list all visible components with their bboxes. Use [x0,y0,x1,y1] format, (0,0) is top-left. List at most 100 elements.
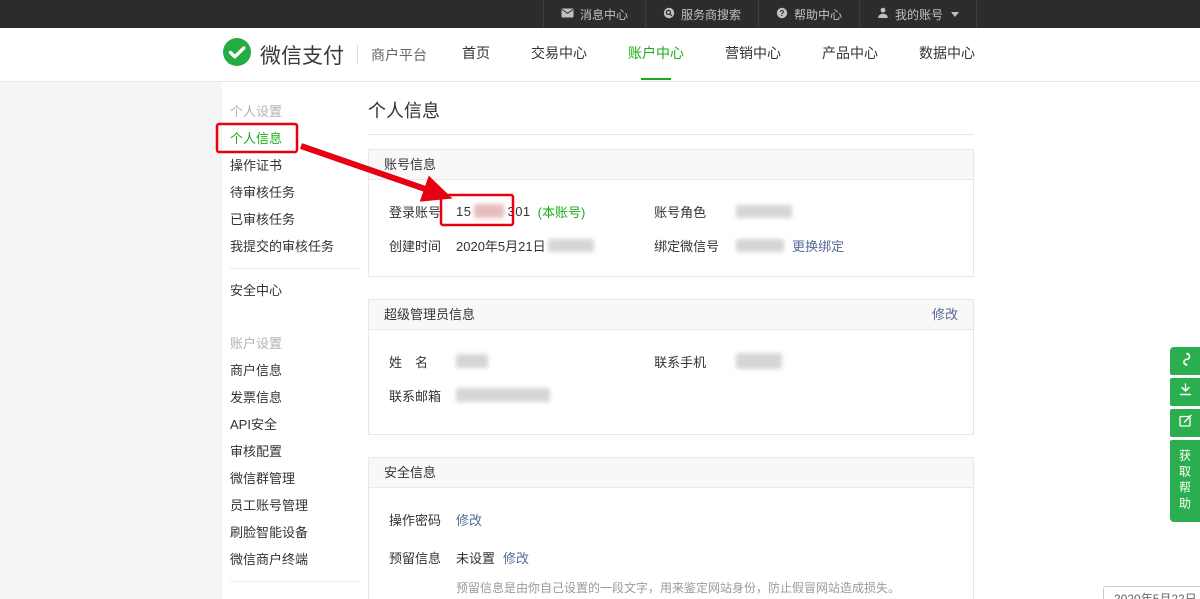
login-account-prefix: 15 [456,204,471,219]
current-account-tag: (本账号) [538,202,586,221]
get-help-button[interactable]: 获取帮助 [1170,440,1200,522]
sidebar-item-wechat-merchant-terminal[interactable]: 微信商户终端 [230,546,368,573]
message-icon [561,7,574,21]
sidebar-item-pending-review-tasks[interactable]: 待审核任务 [230,179,368,206]
table-row: 创建时间 2020年5月21日 绑定微信号 更换绑定 [389,234,953,256]
page-body: 个人设置 个人信息 操作证书 待审核任务 已审核任务 我提交的审核任务 安全中心… [0,82,1200,599]
table-row: 姓 名 联系手机 [389,350,953,372]
account-info-header: 账号信息 [369,150,973,180]
created-time-redacted [548,239,594,252]
wechat-pay-logo-icon [222,37,252,72]
sidebar-item-staff-account-mgmt[interactable]: 员工账号管理 [230,492,368,519]
float-help-widget: 获取帮助 [1170,347,1200,522]
quick-link-button[interactable] [1170,347,1200,375]
sidebar-item-wechat-group-mgmt[interactable]: 微信群管理 [230,465,368,492]
brand-subtitle: 商户平台 [371,45,427,65]
topbar: 消息中心 服务商搜索 ? 帮助中心 我的账号 [0,0,1200,28]
topbar-item-label: 我的账号 [895,6,943,23]
help-icon: ? [776,7,788,22]
sidebar-gap [230,304,368,330]
feedback-button[interactable] [1170,409,1200,437]
login-account-label: 登录账号 [389,202,456,221]
nav-home[interactable]: 首页 [462,43,490,67]
reserved-info-edit-link[interactable]: 修改 [503,548,529,567]
account-info-section: 账号信息 登录账号 15 301 (本账号) 账号角色 [368,149,974,277]
sidebar-item-merchant-info[interactable]: 商户信息 [230,357,368,384]
admin-phone-cell: 联系手机 [654,350,919,372]
admin-name-redacted [456,354,488,368]
security-info-body: 操作密码 修改 预留信息 未设置 修改 预留信息是由你自己设置的一段文字，用来鉴… [369,488,973,599]
table-row: 登录账号 15 301 (本账号) 账号角色 [389,200,953,222]
admin-info-body: 姓 名 联系手机 联系邮箱 [369,330,973,434]
nav-transaction-center[interactable]: 交易中心 [531,43,587,67]
topbar-item-label: 帮助中心 [794,6,842,23]
operation-password-label: 操作密码 [389,510,456,529]
topbar-item-label: 服务商搜索 [681,6,741,23]
sidebar-item-review-config[interactable]: 审核配置 [230,438,368,465]
nav-data-center[interactable]: 数据中心 [919,43,975,67]
account-role-cell: 账号角色 [654,200,919,222]
admin-email-redacted [456,388,550,402]
user-icon [877,7,889,22]
table-row: 预留信息 未设置 修改 [389,546,953,568]
sidebar-item-invoice-info[interactable]: 发票信息 [230,384,368,411]
topbar-item-label: 消息中心 [580,6,628,23]
created-time-cell: 创建时间 2020年5月21日 [389,234,654,256]
nav-marketing-center[interactable]: 营销中心 [725,43,781,67]
main-nav: 首页 交易中心 账户中心 营销中心 产品中心 数据中心 [462,43,975,67]
svg-text:?: ? [780,8,785,17]
sidebar-divider [230,581,360,582]
security-info-section: 安全信息 操作密码 修改 预留信息 未设置 修改 预留 [368,457,974,599]
account-info-title: 账号信息 [384,150,436,179]
sidebar-item-operation-certificate[interactable]: 操作证书 [230,152,368,179]
sidebar-header-personal-settings: 个人设置 [230,98,368,125]
brand[interactable]: 微信支付 商户平台 [222,37,427,72]
sidebar-item-security-center[interactable]: 安全中心 [230,277,368,304]
security-info-header: 安全信息 [369,458,973,488]
provider-search-icon [663,7,675,22]
download-icon [1178,382,1193,402]
login-account-cell: 登录账号 15 301 (本账号) [389,200,654,222]
nav-account-center[interactable]: 账户中心 [628,43,684,67]
admin-name-cell: 姓 名 [389,350,654,372]
account-role-label: 账号角色 [654,202,736,221]
topbar-help-center[interactable]: ? 帮助中心 [758,0,859,28]
sidebar-item-my-submitted-tasks[interactable]: 我提交的审核任务 [230,233,368,260]
brand-name: 微信支付 [260,40,344,70]
admin-info-section: 超级管理员信息 修改 姓 名 联系手机 联系邮箱 [368,299,974,435]
operation-password-cell: 操作密码 修改 [389,508,953,530]
admin-info-title: 超级管理员信息 [384,300,475,329]
bound-wechat-redacted [736,239,784,252]
table-row: 联系邮箱 [389,384,953,406]
sidebar-item-face-smart-device[interactable]: 刷脸智能设备 [230,519,368,546]
date-chip[interactable]: 2020年5月22日 [1103,586,1200,599]
page-title: 个人信息 [368,100,974,122]
brand-divider [357,45,358,65]
admin-name-label: 姓 名 [389,352,456,371]
nav-product-center[interactable]: 产品中心 [822,43,878,67]
sidebar-item-api-security[interactable]: API安全 [230,411,368,438]
admin-edit-link[interactable]: 修改 [932,300,958,329]
link-icon [1177,351,1193,372]
created-time-label: 创建时间 [389,236,456,255]
edit-icon [1178,413,1193,433]
download-button[interactable] [1170,378,1200,406]
reserved-info-description: 预留信息是由你自己设置的一段文字，用来鉴定网站身份，防止假冒网站造成损失。 配置… [456,578,953,599]
sidebar-item-personal-info[interactable]: 个人信息 [230,125,368,152]
bound-wechat-label: 绑定微信号 [654,236,736,255]
admin-phone-redacted [736,353,782,369]
operation-password-edit-link[interactable]: 修改 [456,510,482,529]
rebind-wechat-link[interactable]: 更换绑定 [792,236,844,255]
security-info-title: 安全信息 [384,458,436,487]
header: 微信支付 商户平台 首页 交易中心 账户中心 营销中心 产品中心 数据中心 [0,28,1200,82]
topbar-message-center[interactable]: 消息中心 [543,0,645,28]
topbar-provider-search[interactable]: 服务商搜索 [645,0,758,28]
sidebar: 个人设置 个人信息 操作证书 待审核任务 已审核任务 我提交的审核任务 安全中心… [222,82,368,590]
table-row: 操作密码 修改 [389,508,953,530]
login-account-suffix: 301 [507,204,530,219]
reserved-info-value: 未设置 [456,548,495,567]
left-background [0,82,222,599]
topbar-my-account[interactable]: 我的账号 [859,0,977,28]
sidebar-item-reviewed-tasks[interactable]: 已审核任务 [230,206,368,233]
bound-wechat-cell: 绑定微信号 更换绑定 [654,234,919,256]
